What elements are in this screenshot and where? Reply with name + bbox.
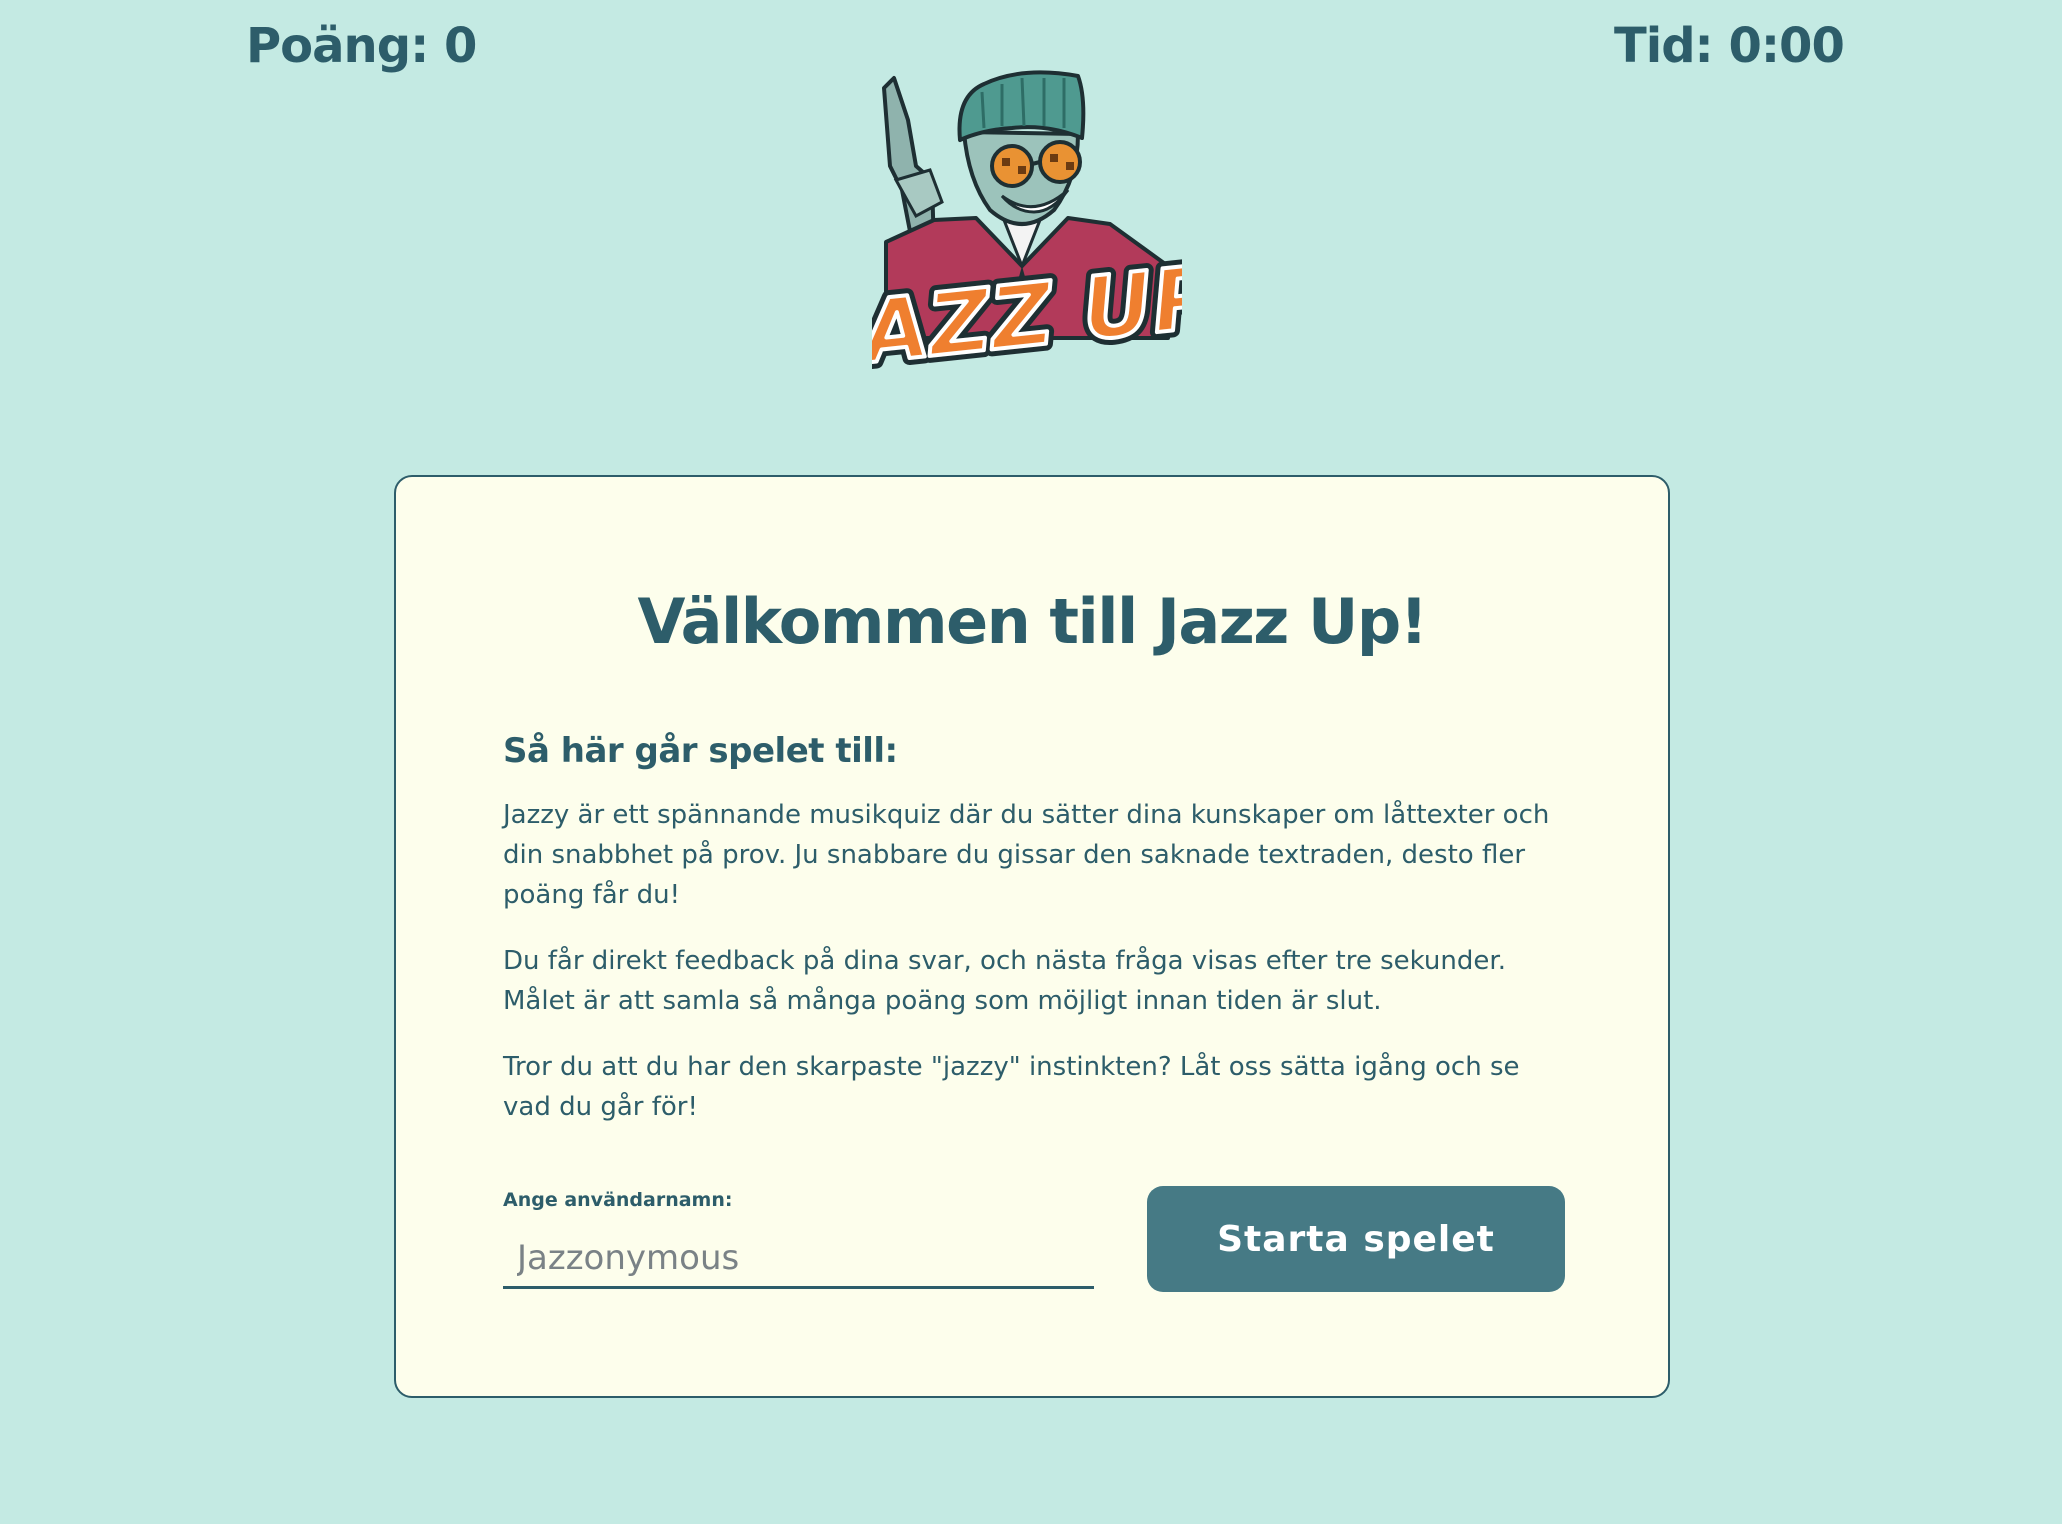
rules-heading: Så här går spelet till: <box>503 731 898 771</box>
username-input[interactable] <box>503 1229 1094 1289</box>
username-label: Ange användarnamn: <box>503 1189 733 1211</box>
rules-paragraph: Tror du att du har den skarpaste "jazzy"… <box>503 1052 1520 1122</box>
rules-paragraph: Du får direkt feedback på dina svar, och… <box>503 946 1506 1016</box>
jazz-up-logo: JAZZ UP JAZZ UP <box>872 70 1182 390</box>
score-display: Poäng: 0 <box>246 18 477 74</box>
rules-paragraph: Jazzy är ett spännande musikquiz där du … <box>503 800 1550 910</box>
welcome-card: Välkommen till Jazz Up! Så här går spele… <box>394 475 1670 1398</box>
welcome-title: Välkommen till Jazz Up! <box>637 585 1428 658</box>
timer-display: Tid: 0:00 <box>1614 18 1845 74</box>
start-game-button[interactable]: Starta spelet <box>1147 1186 1565 1292</box>
